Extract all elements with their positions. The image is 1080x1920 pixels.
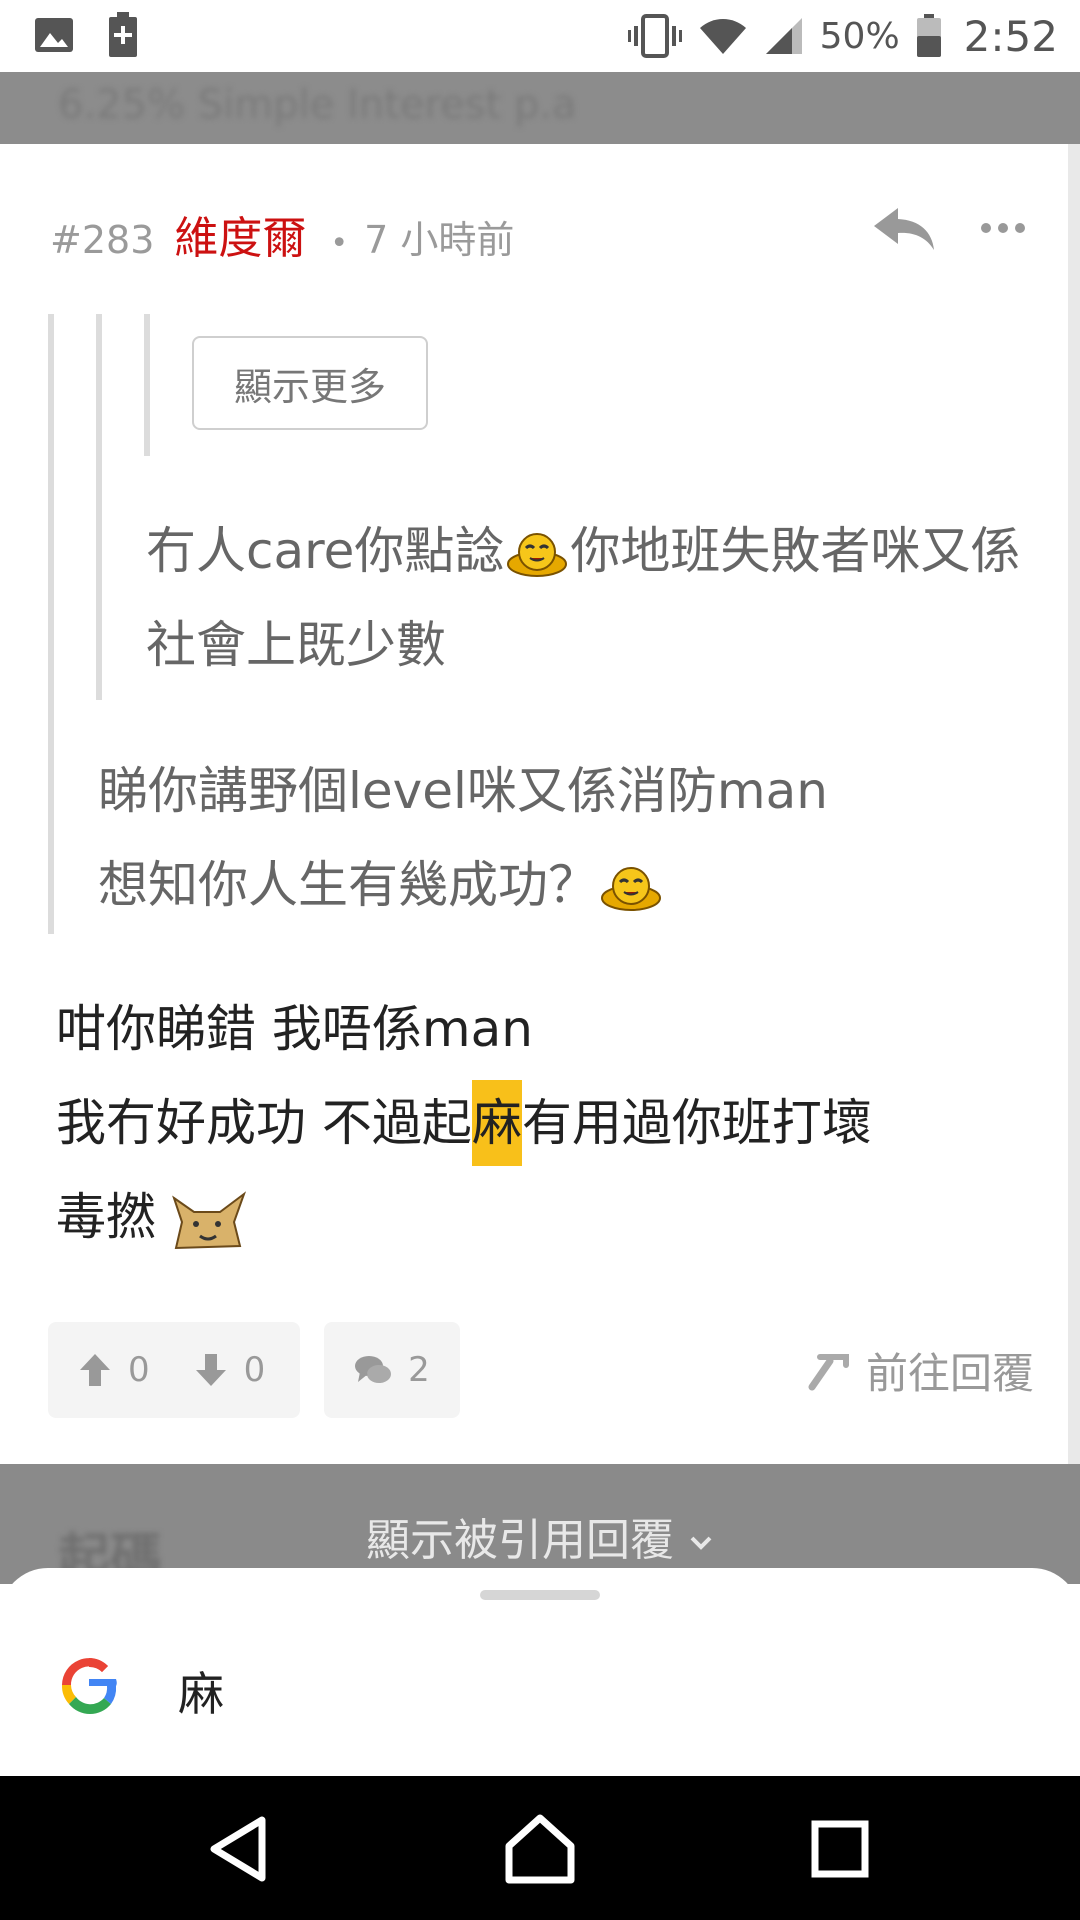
selected-text-highlight[interactable]: 麻 — [471, 1080, 522, 1166]
goto-reply-label: 前往回覆 — [866, 1349, 1035, 1398]
thumbs-up-arrow-icon — [80, 1354, 110, 1386]
comment-bubbles-icon — [355, 1356, 392, 1383]
quote-bar-outer — [48, 314, 54, 934]
show-quoted-replies-button[interactable]: 顯示被引用回覆 — [0, 1504, 1080, 1568]
goto-reply-link[interactable]: 前往回覆 — [806, 1340, 1034, 1401]
post-card: #283 維度爾 • 7 小時前 顯示更多 冇人care你點諗 你地班失敗者咪又… — [0, 144, 1068, 1464]
post-number: #283 — [50, 218, 155, 262]
battery-saver-icon — [109, 12, 137, 57]
show-more-button[interactable]: 顯示更多 — [192, 336, 428, 430]
upvote-button[interactable]: 0 — [78, 1350, 150, 1390]
quoted-text-outer: 睇你講野個level咪又係消防man 想知你人生有幾成功？ — [98, 744, 998, 932]
battery-icon — [916, 14, 941, 57]
signal-icon — [765, 18, 802, 54]
google-lookup-sheet[interactable]: 麻 — [0, 1568, 1080, 1776]
downvote-button[interactable]: 0 — [194, 1350, 266, 1390]
post-body-line2-after: 有用過你班打壞 — [521, 1094, 872, 1152]
status-bar: 50% 2:52 — [0, 0, 1080, 72]
status-right: 50% 2:52 — [627, 6, 1058, 66]
recents-icon[interactable] — [795, 1804, 885, 1894]
jump-arrow-icon — [808, 1353, 849, 1390]
navigation-bar — [0, 1776, 1080, 1920]
vote-bar: 0 0 — [48, 1322, 300, 1418]
clock: 2:52 — [963, 11, 1058, 61]
battery-percent: 50% — [819, 15, 900, 57]
post-body-line3-wrap: 毒撚 — [56, 1170, 1016, 1264]
dimmed-background-top: 6.25% Simple Interest p.a — [0, 72, 1080, 144]
quote-bar-inner — [144, 314, 150, 456]
status-left — [34, 12, 138, 58]
vibrate-icon — [627, 14, 682, 58]
blurred-text: 6.25% Simple Interest p.a — [58, 82, 577, 128]
show-quoted-replies-label: 顯示被引用回覆 — [366, 1515, 674, 1566]
meta-separator: • — [330, 226, 349, 261]
post-time: 7 小時前 — [364, 218, 515, 262]
quoted-text-outer-line1: 睇你講野個level咪又係消防man — [98, 762, 828, 820]
home-icon[interactable] — [495, 1804, 585, 1894]
sheet-drag-handle[interactable] — [480, 1590, 600, 1600]
wifi-icon — [699, 19, 746, 54]
thumbs-down-arrow-icon — [195, 1354, 226, 1386]
post-body-line1: 咁你睇錯 我唔係man — [56, 1000, 533, 1058]
quoted-text-outer-line2-wrap: 想知你人生有幾成功？ — [98, 838, 998, 932]
quoted-text-outer-line2: 想知你人生有幾成功？ — [98, 856, 598, 914]
image-icon — [35, 18, 73, 52]
quote-bar-middle — [96, 314, 102, 700]
more-options-icon[interactable] — [980, 220, 1026, 236]
dimmed-background-bottom: 起碼 顯示被引用回覆 — [0, 1464, 1080, 1584]
comments-button[interactable]: 2 — [324, 1322, 460, 1418]
emoji-sticker-icon — [507, 532, 568, 577]
scrollbar[interactable] — [1068, 144, 1080, 1464]
google-logo-icon — [61, 1658, 117, 1715]
chevron-down-icon — [690, 1536, 712, 1550]
post-body-line3: 毒撚 — [56, 1188, 156, 1246]
comment-count: 2 — [408, 1350, 430, 1390]
post-username[interactable]: 維度爾 — [174, 202, 306, 266]
post-body-line2: 我冇好成功 不過起麻有用過你班打壞 — [56, 1076, 1016, 1170]
post-meta: #283 維度爾 • 7 小時前 — [50, 202, 514, 266]
emoji-sticker-icon — [601, 866, 661, 911]
quoted-text-inner-part1: 冇人care你點諗 — [146, 522, 505, 580]
back-icon[interactable] — [196, 1804, 286, 1894]
reply-icon[interactable] — [870, 204, 940, 254]
dog-sticker-icon — [172, 1190, 247, 1249]
lookup-query: 麻 — [178, 1667, 224, 1721]
post-body: 咁你睇錯 我唔係man 我冇好成功 不過起麻有用過你班打壞 毒撚 — [56, 982, 1016, 1264]
post-body-line2-before: 我冇好成功 不過起 — [56, 1094, 472, 1152]
upvote-count: 0 — [128, 1350, 150, 1390]
downvote-count: 0 — [243, 1350, 266, 1390]
quoted-text-inner: 冇人care你點諗 你地班失敗者咪又係社會上既少數 — [146, 504, 1026, 692]
